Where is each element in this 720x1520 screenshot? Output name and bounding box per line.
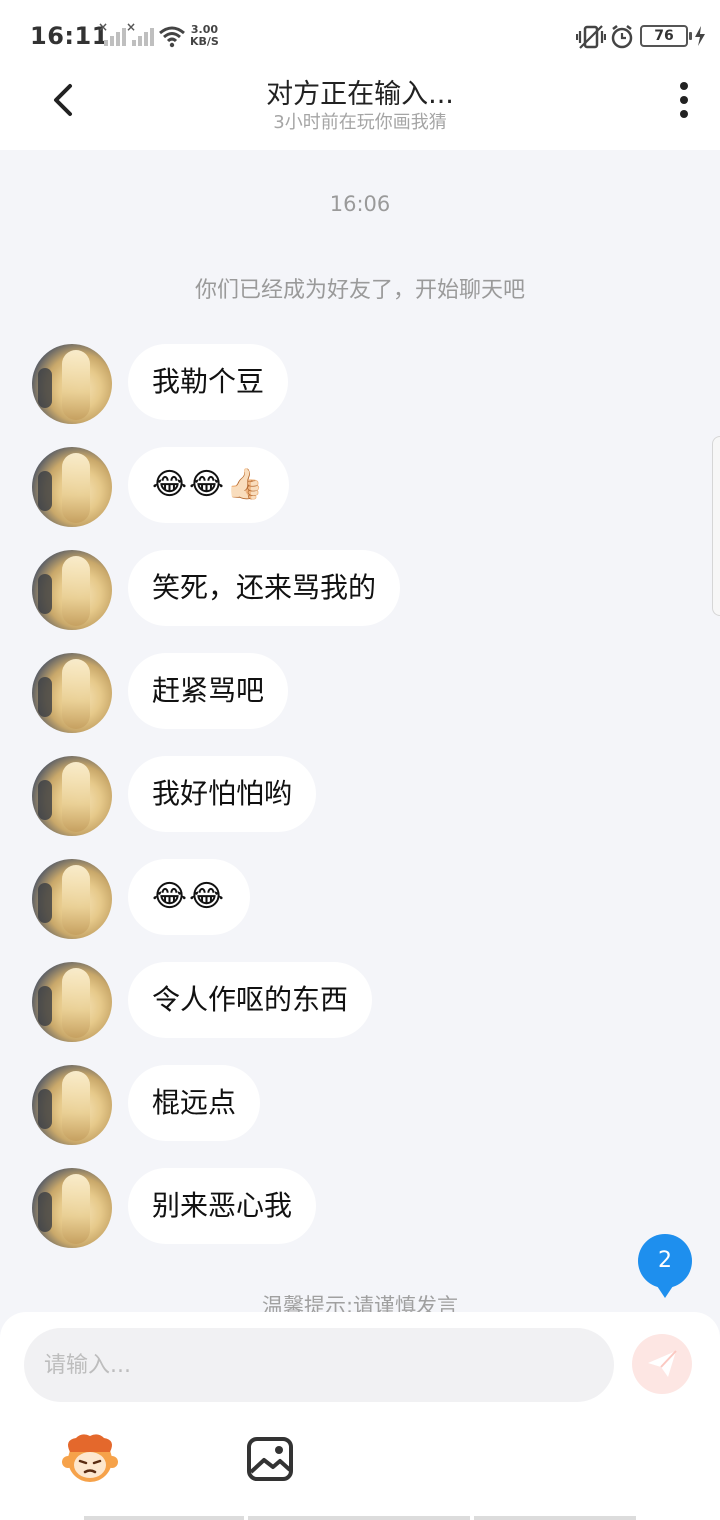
more-options-icon[interactable]	[676, 82, 692, 122]
network-speed-unit: KB/S	[190, 35, 219, 48]
bottom-divider	[84, 1516, 636, 1520]
status-bar: 16:11 × × 3.00 KB/S 76	[0, 0, 720, 72]
avatar[interactable]	[32, 962, 112, 1042]
message-timestamp: 16:06	[329, 192, 391, 216]
charging-icon	[695, 26, 705, 46]
avatar[interactable]	[32, 550, 112, 630]
avatar[interactable]	[32, 1065, 112, 1145]
composer-panel	[0, 1312, 720, 1520]
vibrate-icon	[576, 25, 606, 49]
message-bubble[interactable]: 赶紧骂吧	[128, 653, 289, 729]
message-bubble[interactable]: 我勒个豆	[128, 344, 289, 420]
cellular-signal-icon-2: ×	[126, 20, 154, 46]
unread-count-badge[interactable]: 2	[638, 1234, 692, 1298]
system-message: 你们已经成为好友了，开始聊天吧	[194, 278, 525, 303]
avatar[interactable]	[32, 344, 112, 424]
chat-header: 对方正在输入... 3小时前在玩你画我猜	[0, 72, 720, 150]
mascot-emoji-icon[interactable]	[60, 1430, 120, 1486]
avatar[interactable]	[32, 653, 112, 733]
avatar[interactable]	[32, 1168, 112, 1248]
message-bubble[interactable]: 棍远点	[128, 1065, 261, 1141]
message-input[interactable]	[24, 1328, 614, 1402]
message-bubble[interactable]: 我好怕怕哟	[128, 756, 317, 832]
warning-tip: 温馨提示:请谨慎发言	[261, 1294, 459, 1312]
wifi-icon	[159, 26, 185, 48]
message-bubble[interactable]: 别来恶心我	[128, 1168, 317, 1244]
avatar[interactable]	[32, 447, 112, 527]
message-bubble[interactable]: 😂😂	[128, 859, 251, 935]
message-bubble[interactable]: 😂😂👍🏻	[128, 447, 290, 523]
message-list[interactable]: 16:06 你们已经成为好友了，开始聊天吧 我勒个豆 😂😂👍🏻 笑死，还来骂我的…	[0, 150, 720, 1312]
send-button[interactable]	[632, 1334, 692, 1394]
cellular-signal-icon: ×	[98, 20, 126, 46]
avatar[interactable]	[32, 859, 112, 939]
chat-subtitle: 3小时前在玩你画我猜	[273, 112, 447, 133]
message-bubble[interactable]: 令人作呕的东西	[128, 962, 373, 1038]
message-bubble[interactable]: 笑死，还来骂我的	[128, 550, 401, 626]
chat-title: 对方正在输入...	[266, 79, 454, 110]
paper-plane-icon	[648, 1350, 677, 1377]
edge-drawer-handle[interactable]	[712, 436, 720, 616]
image-icon[interactable]	[246, 1436, 294, 1482]
avatar[interactable]	[32, 756, 112, 836]
alarm-icon	[611, 25, 633, 49]
network-speed: 3.00 KB/S	[190, 24, 219, 48]
battery-indicator: 76	[640, 25, 692, 47]
